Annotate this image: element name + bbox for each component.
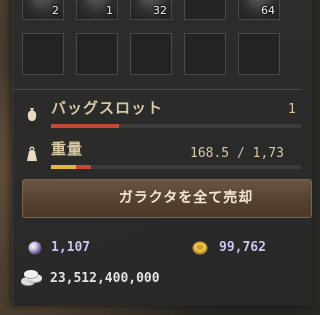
inventory-slot[interactable]: 64 <box>238 0 280 20</box>
bag-slot-label: バッグスロット <box>51 99 164 117</box>
inventory-slot[interactable]: 1 <box>76 0 118 20</box>
gold-coin-icon <box>192 241 208 254</box>
weight-bar-fill <box>51 165 76 169</box>
divider <box>12 89 302 90</box>
item-count: 32 <box>153 4 167 17</box>
weight-value: 168.5 / 1,73 <box>190 146 284 161</box>
bag-slot-bar-fill <box>51 124 119 128</box>
bag-icon <box>27 108 37 121</box>
pearl-amount: 1,107 <box>51 240 91 255</box>
bag-slot-bar <box>51 124 301 128</box>
weight-bar <box>51 165 301 169</box>
inventory-slot[interactable] <box>76 33 118 75</box>
weight-label: 重量 <box>51 140 84 158</box>
inventory-slot[interactable] <box>22 33 64 75</box>
inventory-slot[interactable] <box>130 33 172 75</box>
inventory-slot[interactable] <box>184 33 226 75</box>
bag-slot-value: 1 <box>288 102 296 117</box>
silver-row: 23,512,400,000 <box>20 268 160 288</box>
inventory-slot[interactable] <box>238 33 280 75</box>
sell-all-junk-button[interactable]: ガラクタを全て売却 <box>22 179 312 218</box>
pearl-row: 1,107 <box>28 240 90 255</box>
pearl-icon <box>28 241 42 254</box>
inventory-slot[interactable]: 32 <box>130 0 172 20</box>
weight-icon <box>27 146 37 161</box>
item-count: 2 <box>52 4 59 17</box>
silver-amount: 23,512,400,000 <box>50 270 160 286</box>
item-count: 64 <box>261 4 275 17</box>
item-count: 1 <box>106 4 113 17</box>
inventory-slot[interactable] <box>184 0 226 20</box>
gold-row: 99,762 <box>192 240 266 255</box>
weight-bar-fill-over <box>75 165 91 169</box>
gold-amount: 99,762 <box>219 240 266 255</box>
silver-coins-icon <box>21 270 42 286</box>
inventory-slot[interactable]: 2 <box>22 0 64 20</box>
